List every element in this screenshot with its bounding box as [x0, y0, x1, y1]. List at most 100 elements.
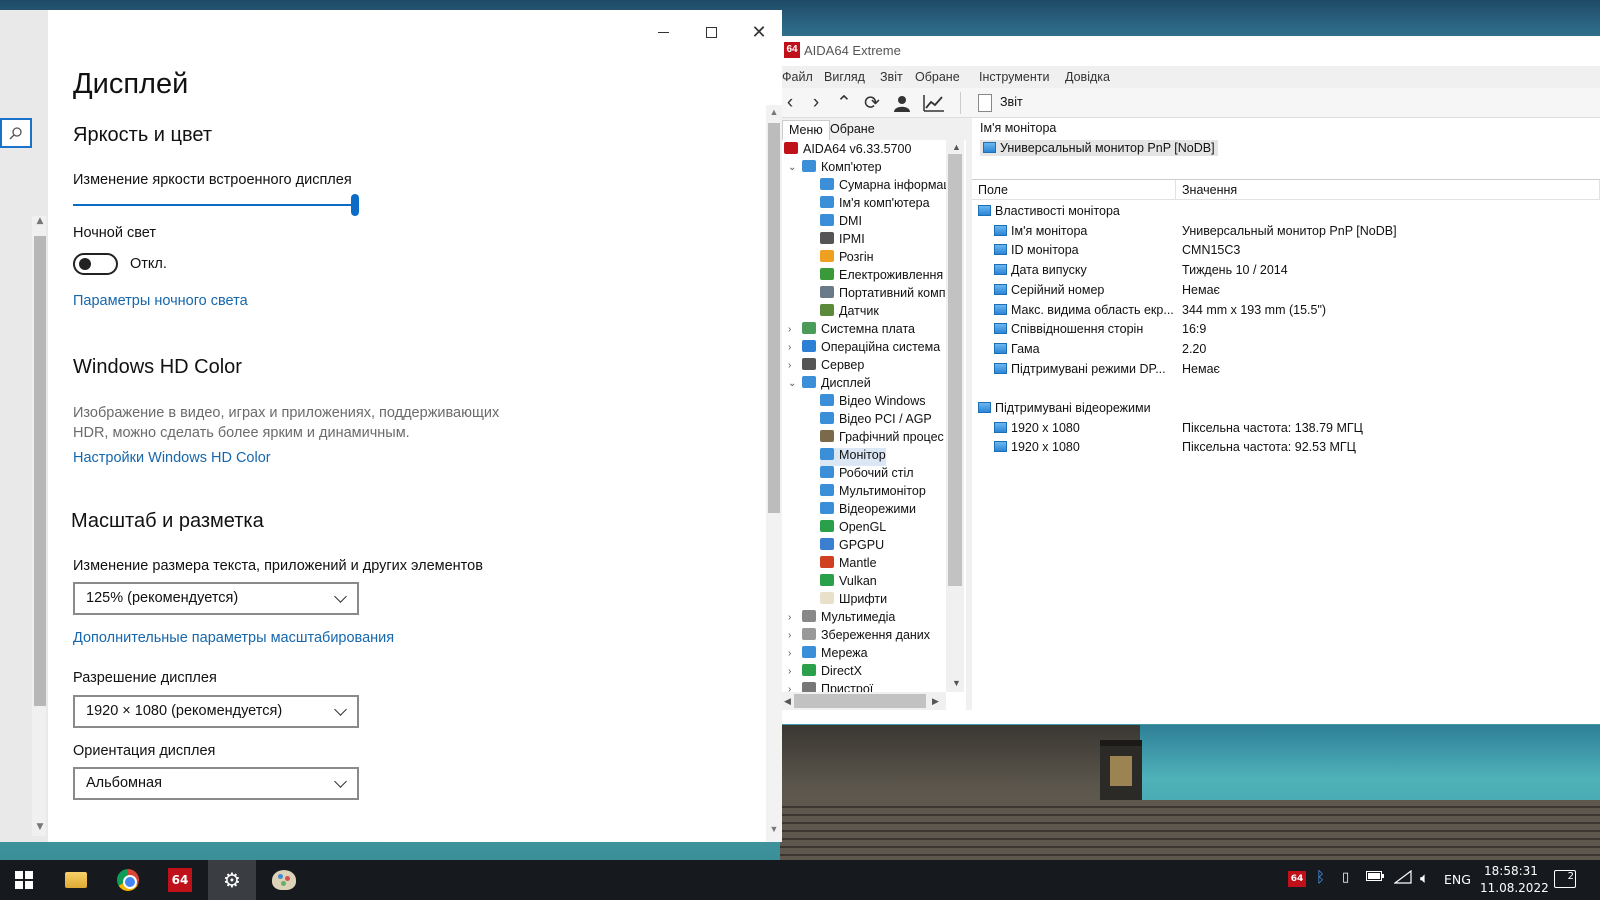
- collapse-arrow-icon[interactable]: ⌄: [788, 378, 796, 389]
- refresh-icon[interactable]: ⟳: [860, 92, 884, 114]
- scroll-up-arrow-icon[interactable]: ▲: [952, 142, 961, 152]
- night-light-settings-link[interactable]: Параметры ночного света: [73, 293, 248, 309]
- table-row-field[interactable]: Підтримувані режими DP...: [994, 362, 1166, 382]
- scroll-down-arrow-icon[interactable]: ▼: [952, 678, 961, 688]
- tree-item[interactable]: Датчик: [820, 304, 879, 322]
- tree-item[interactable]: Мультимедіа: [802, 610, 895, 628]
- tree-item[interactable]: Системна плата: [802, 322, 915, 340]
- tree-item[interactable]: Дисплей: [802, 376, 871, 394]
- tree-item[interactable]: Ім'я комп'ютера: [820, 196, 930, 214]
- tree-item[interactable]: Mantle: [820, 556, 877, 574]
- table-row-field[interactable]: ID монітора: [994, 243, 1079, 263]
- wifi-icon[interactable]: [1393, 869, 1412, 888]
- up-icon[interactable]: ⌃: [832, 92, 856, 114]
- tree-item[interactable]: OpenGL: [820, 520, 886, 538]
- start-button[interactable]: [0, 860, 48, 900]
- minimize-button[interactable]: [640, 18, 686, 46]
- tree-item[interactable]: Відеорежими: [820, 502, 916, 520]
- usb-device-icon[interactable]: ▯: [1342, 870, 1349, 885]
- expand-arrow-icon[interactable]: ›: [788, 324, 791, 335]
- table-row-field[interactable]: 1920 x 1080: [994, 440, 1080, 460]
- report-icon[interactable]: [978, 94, 992, 112]
- maximize-button[interactable]: [688, 18, 734, 46]
- volume-icon[interactable]: 🔈︎: [1420, 869, 1429, 887]
- notification-center-icon[interactable]: 2: [1554, 870, 1576, 888]
- column-header-value[interactable]: Значення: [1176, 180, 1600, 200]
- tree-item[interactable]: Збереження даних: [802, 628, 930, 646]
- table-row-field[interactable]: Гама: [994, 342, 1040, 362]
- scroll-up-arrow-icon[interactable]: ▲: [766, 107, 782, 121]
- scroll-down-arrow-icon[interactable]: ▼: [766, 824, 782, 838]
- tree-item[interactable]: Vulkan: [820, 574, 877, 592]
- tree-item[interactable]: Операційна система: [802, 340, 940, 358]
- scroll-left-arrow-icon[interactable]: ◀: [784, 696, 791, 707]
- back-icon[interactable]: ‹: [782, 92, 802, 114]
- scale-dropdown[interactable]: 125% (рекомендуется): [73, 582, 359, 615]
- table-row-field[interactable]: Дата випуску: [994, 263, 1087, 283]
- close-button[interactable]: ✕: [736, 18, 782, 46]
- taskbar-explorer[interactable]: [52, 860, 100, 900]
- language-indicator[interactable]: ENG: [1444, 872, 1471, 887]
- expand-arrow-icon[interactable]: ›: [788, 648, 791, 659]
- tree-item[interactable]: Графічний процес: [820, 430, 944, 448]
- menu-help[interactable]: Довідка: [1065, 70, 1110, 84]
- table-row-field[interactable]: Макс. видима область екр...: [994, 303, 1174, 323]
- bluetooth-icon[interactable]: ᛒ: [1316, 868, 1325, 886]
- clock-date[interactable]: 11.08.2022: [1480, 881, 1549, 895]
- expand-arrow-icon[interactable]: ›: [788, 360, 791, 371]
- tree-item[interactable]: IPMI: [820, 232, 865, 250]
- tree-item[interactable]: Робочий стіл: [820, 466, 914, 484]
- tray-aida64-icon[interactable]: 64: [1288, 871, 1306, 887]
- tree-item[interactable]: Відео PCI / AGP: [820, 412, 932, 430]
- tree-horizontal-scroll-thumb[interactable]: [794, 694, 926, 708]
- tree-item[interactable]: Розгін: [820, 250, 874, 268]
- battery-icon[interactable]: [1366, 870, 1384, 886]
- menu-file[interactable]: Файл: [782, 70, 813, 84]
- tree-item[interactable]: Портативний комп: [820, 286, 946, 304]
- menu-tools[interactable]: Інструменти: [979, 70, 1049, 84]
- group-header[interactable]: Властивості монітора: [978, 204, 1120, 224]
- background-scroll-thumb[interactable]: [34, 236, 46, 706]
- tree-item[interactable]: Електроживлення: [820, 268, 943, 286]
- tree-item[interactable]: Мультимонітор: [820, 484, 926, 502]
- group-header[interactable]: Підтримувані відеорежими: [978, 401, 1151, 421]
- tree-item[interactable]: Сервер: [802, 358, 864, 376]
- tree-item[interactable]: DMI: [820, 214, 862, 232]
- scroll-right-arrow-icon[interactable]: ▶: [932, 696, 939, 707]
- brightness-slider[interactable]: [73, 204, 359, 206]
- tree-item[interactable]: Відео Windows: [820, 394, 926, 412]
- table-row-field[interactable]: Серійний номер: [994, 283, 1104, 303]
- chart-icon[interactable]: [922, 92, 946, 114]
- tree-item[interactable]: Шрифти: [820, 592, 887, 610]
- hd-color-settings-link[interactable]: Настройки Windows HD Color: [73, 450, 271, 466]
- expand-arrow-icon[interactable]: ›: [788, 666, 791, 677]
- tab-favorites[interactable]: Обране: [824, 120, 881, 140]
- expand-arrow-icon[interactable]: ›: [788, 342, 791, 353]
- aida-titlebar[interactable]: 64 AIDA64 Extreme: [782, 36, 1600, 66]
- table-row-field[interactable]: 1920 x 1080: [994, 421, 1080, 441]
- report-button[interactable]: Звіт: [1000, 95, 1023, 109]
- tree-item[interactable]: GPGPU: [820, 538, 884, 556]
- detail-header-value-row[interactable]: Универсальный монитор PnP [NoDB]: [980, 140, 1218, 156]
- tab-menu[interactable]: Меню: [782, 120, 830, 140]
- taskbar-aida64[interactable]: 64: [156, 860, 204, 900]
- taskbar-paint[interactable]: [260, 860, 308, 900]
- menu-report[interactable]: Звіт: [880, 70, 903, 84]
- resolution-dropdown[interactable]: 1920 × 1080 (рекомендуется): [73, 695, 359, 728]
- forward-icon[interactable]: ›: [804, 92, 828, 114]
- scroll-down-arrow-icon[interactable]: ▼: [34, 822, 46, 838]
- tree-item[interactable]: AIDA64 v6.33.5700: [784, 142, 911, 160]
- tree-scroll-thumb[interactable]: [948, 154, 962, 586]
- tree-item[interactable]: Монітор: [820, 448, 886, 466]
- expand-arrow-icon[interactable]: ›: [788, 630, 791, 641]
- collapse-arrow-icon[interactable]: ⌄: [788, 162, 796, 173]
- clock-time[interactable]: 18:58:31: [1484, 864, 1538, 878]
- tree-item[interactable]: Сумарна інформац: [820, 178, 951, 196]
- orientation-dropdown[interactable]: Альбомная: [73, 767, 359, 800]
- column-header-field[interactable]: Поле: [972, 180, 1176, 200]
- user-icon[interactable]: [890, 92, 914, 114]
- expand-arrow-icon[interactable]: ›: [788, 612, 791, 623]
- tree-item[interactable]: DirectX: [802, 664, 862, 682]
- tree-item[interactable]: Мережа: [802, 646, 868, 664]
- settings-scroll-thumb[interactable]: [768, 123, 780, 513]
